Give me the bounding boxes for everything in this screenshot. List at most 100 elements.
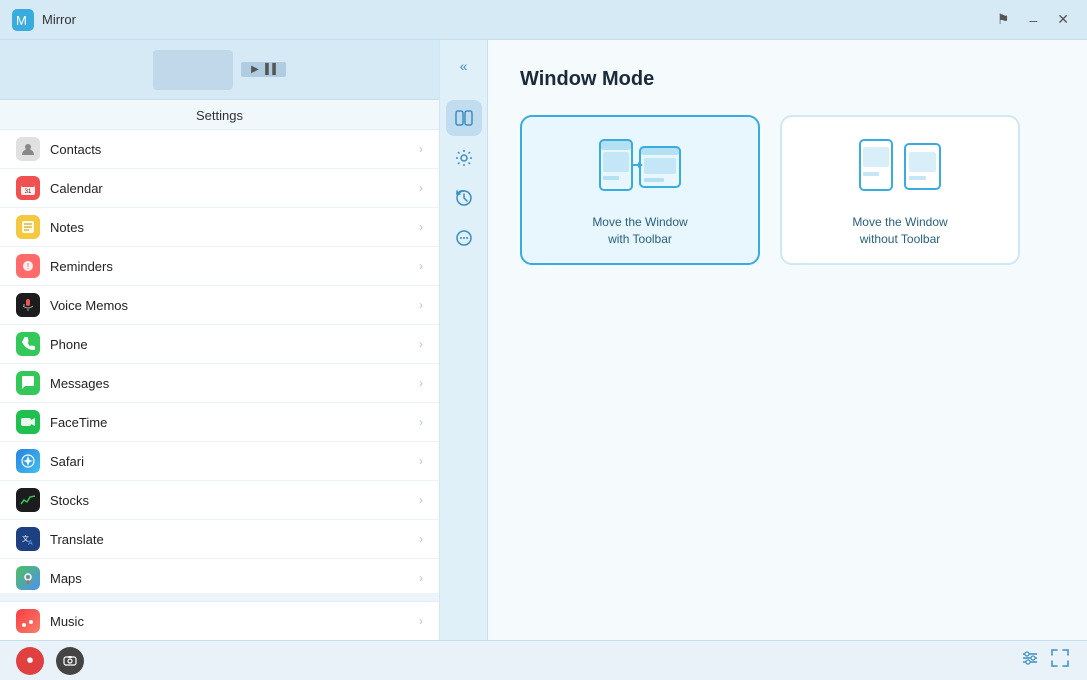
settings-title: Settings	[0, 100, 439, 130]
calendar-icon: 31	[16, 176, 40, 200]
svg-text:M: M	[16, 13, 27, 28]
messages-label: Messages	[50, 376, 419, 391]
sidebar-item-calendar[interactable]: 31 Calendar ›	[0, 169, 439, 208]
settings-toolbar-icon	[1021, 649, 1039, 667]
maps-icon	[16, 566, 40, 590]
sidebar-item-notes[interactable]: Notes ›	[0, 208, 439, 247]
safari-chevron: ›	[419, 454, 423, 468]
sidebar-item-translate[interactable]: 文A Translate ›	[0, 520, 439, 559]
collapse-button[interactable]: «	[446, 48, 482, 84]
facetime-chevron: ›	[419, 415, 423, 429]
app-title: Mirror	[42, 12, 76, 27]
sidebar-item-voice-memos[interactable]: Voice Memos ›	[0, 286, 439, 325]
nav-item-settings[interactable]	[446, 140, 482, 176]
phone-preview: ▶ ▐▐	[0, 40, 439, 100]
maps-label: Maps	[50, 571, 419, 586]
title-bar-left: M Mirror	[12, 9, 76, 31]
reminders-label: Reminders	[50, 259, 419, 274]
main-layout: ▶ ▐▐ Settings Contacts › 31 Calendar ›	[0, 40, 1087, 680]
music-label: Music	[50, 614, 419, 629]
svg-text:A: A	[28, 540, 33, 547]
minimize-button[interactable]: –	[1023, 10, 1043, 30]
svg-text:!: !	[27, 262, 29, 271]
contacts-chevron: ›	[419, 142, 423, 156]
calendar-chevron: ›	[419, 181, 423, 195]
sidebar-item-phone[interactable]: Phone ›	[0, 325, 439, 364]
messages-chevron: ›	[419, 376, 423, 390]
without-toolbar-illustration	[855, 132, 945, 202]
nav-item-chat[interactable]	[446, 220, 482, 256]
settings-toolbar-button[interactable]	[1019, 647, 1041, 674]
voice-memos-icon	[16, 293, 40, 317]
camera-icon	[63, 654, 77, 668]
stocks-label: Stocks	[50, 493, 419, 508]
facetime-icon	[16, 410, 40, 434]
contacts-label: Contacts	[50, 142, 419, 157]
with-toolbar-illustration	[595, 132, 685, 202]
sidebar-item-messages[interactable]: Messages ›	[0, 364, 439, 403]
svg-text:31: 31	[25, 189, 32, 195]
reminders-icon: !	[16, 254, 40, 278]
camera-button[interactable]	[56, 647, 84, 675]
sidebar: ▶ ▐▐ Settings Contacts › 31 Calendar ›	[0, 40, 440, 680]
sidebar-item-music[interactable]: Music ›	[0, 602, 439, 641]
voice-memos-label: Voice Memos	[50, 298, 419, 313]
phone-button-mini[interactable]: ▶ ▐▐	[241, 62, 286, 77]
fullscreen-button[interactable]	[1049, 647, 1071, 674]
nav-item-history[interactable]	[446, 180, 482, 216]
bottom-toolbar-left: ⏺	[16, 647, 84, 675]
sidebar-item-contacts[interactable]: Contacts ›	[0, 130, 439, 169]
reminders-chevron: ›	[419, 259, 423, 273]
translate-icon: 文A	[16, 527, 40, 551]
phone-label: Phone	[50, 337, 419, 352]
settings-list: Contacts › 31 Calendar › Notes › !	[0, 130, 439, 593]
safari-icon	[16, 449, 40, 473]
app-logo: M	[12, 9, 34, 31]
maps-chevron: ›	[419, 571, 423, 585]
window-mode-options: Move the Windowwith Toolbar	[520, 115, 1055, 265]
close-button[interactable]: ✕	[1051, 9, 1075, 30]
calendar-label: Calendar	[50, 181, 419, 196]
sidebar-item-facetime[interactable]: FaceTime ›	[0, 403, 439, 442]
contacts-icon	[16, 137, 40, 161]
fullscreen-icon	[1051, 649, 1069, 667]
list-divider	[0, 593, 439, 601]
history-icon	[455, 189, 473, 207]
title-bar-controls: ⚑ – ✕	[991, 9, 1075, 30]
mirror-icon	[455, 109, 473, 127]
content-title: Window Mode	[520, 68, 1055, 91]
chat-icon	[455, 229, 473, 247]
translate-label: Translate	[50, 532, 419, 547]
without-toolbar-label: Move the Windowwithout Toolbar	[852, 214, 947, 248]
phone-screen-mini	[153, 50, 233, 90]
nav-item-mirror[interactable]	[446, 100, 482, 136]
mode-card-with-toolbar[interactable]: Move the Windowwith Toolbar	[520, 115, 760, 265]
record-button[interactable]: ⏺	[16, 647, 44, 675]
settings-icon	[455, 149, 473, 167]
notes-chevron: ›	[419, 220, 423, 234]
stocks-icon	[16, 488, 40, 512]
with-toolbar-label: Move the Windowwith Toolbar	[592, 214, 687, 248]
sidebar-item-maps[interactable]: Maps ›	[0, 559, 439, 593]
phone-icon	[16, 332, 40, 356]
translate-chevron: ›	[419, 532, 423, 546]
sidebar-item-safari[interactable]: Safari ›	[0, 442, 439, 481]
phone-chevron: ›	[419, 337, 423, 351]
sidebar-item-reminders[interactable]: ! Reminders ›	[0, 247, 439, 286]
title-bar: M Mirror ⚑ – ✕	[0, 0, 1087, 40]
notes-icon	[16, 215, 40, 239]
voice-memos-chevron: ›	[419, 298, 423, 312]
bottom-toolbar-right	[1019, 647, 1071, 674]
content-area: Window Mode	[488, 40, 1087, 680]
notes-label: Notes	[50, 220, 419, 235]
safari-label: Safari	[50, 454, 419, 469]
music-chevron: ›	[419, 614, 423, 628]
sidebar-item-stocks[interactable]: Stocks ›	[0, 481, 439, 520]
facetime-label: FaceTime	[50, 415, 419, 430]
stocks-chevron: ›	[419, 493, 423, 507]
messages-icon	[16, 371, 40, 395]
mode-card-without-toolbar[interactable]: Move the Windowwithout Toolbar	[780, 115, 1020, 265]
nav-panel: «	[440, 40, 488, 680]
music-icon	[16, 609, 40, 633]
pin-button[interactable]: ⚑	[991, 9, 1016, 30]
